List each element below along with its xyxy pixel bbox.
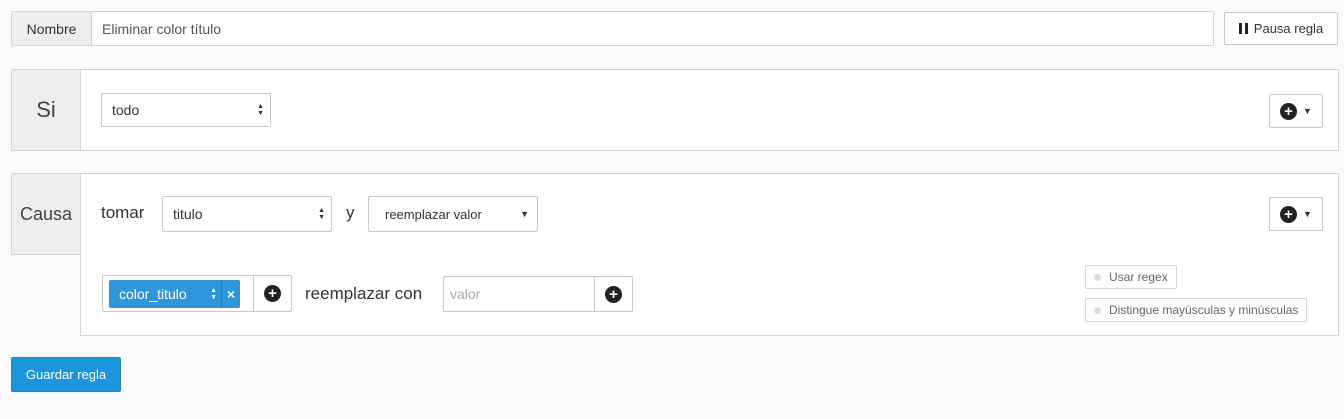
pause-rule-label: Pausa regla	[1253, 21, 1324, 36]
and-word: y	[346, 203, 355, 222]
add-tag-button[interactable]: +	[253, 276, 291, 311]
remove-tag-button[interactable]: ×	[221, 280, 240, 308]
toggle-dot-icon	[1094, 306, 1101, 314]
condition-label: Si	[12, 70, 81, 150]
action-top-row: Causa tomar titulo ▲ ▼ y reemplazar valor…	[11, 173, 1339, 255]
rule-name-group: Nombre	[11, 11, 1214, 46]
add-condition-button[interactable]: + ▼	[1269, 94, 1323, 128]
pause-rule-button[interactable]: Pausa regla	[1224, 12, 1338, 45]
condition-select[interactable]: todo ▲ ▼	[101, 93, 271, 127]
action-panel: Causa tomar titulo ▲ ▼ y reemplazar valor…	[11, 173, 1339, 336]
select-arrows-icon: ▲ ▼	[210, 287, 217, 301]
field-tag-label: color_titulo	[119, 286, 187, 302]
use-regex-label: Usar regex	[1109, 270, 1168, 284]
save-rule-button[interactable]: Guardar regla	[11, 357, 121, 392]
rule-name-label: Nombre	[12, 12, 92, 45]
select-arrows-icon: ▲ ▼	[318, 207, 325, 221]
add-value-button[interactable]: +	[594, 277, 632, 311]
field-tag[interactable]: color_titulo ▲ ▼ ×	[109, 280, 240, 308]
add-action-button[interactable]: + ▼	[1269, 197, 1323, 231]
field-select-value: titulo	[173, 206, 203, 222]
take-word: tomar	[101, 203, 145, 222]
replace-value-input[interactable]	[444, 277, 595, 311]
tag-input[interactable]: color_titulo ▲ ▼ × +	[102, 275, 292, 312]
action-label: Causa	[12, 174, 81, 254]
caret-down-icon: ▼	[1303, 106, 1312, 116]
replace-value-group: +	[443, 276, 633, 312]
replace-with-word: reemplazar con	[305, 284, 423, 303]
pause-icon	[1238, 23, 1248, 34]
caret-down-icon: ▼	[520, 209, 529, 219]
action-detail-row: color_titulo ▲▼ × + reemplazar con + Usa…	[80, 254, 1339, 336]
field-select[interactable]: titulo ▲ ▼	[162, 196, 332, 232]
action-select-value: reemplazar valor	[385, 206, 482, 222]
caret-down-icon: ▼	[1303, 209, 1312, 219]
condition-select-value: todo	[112, 102, 140, 118]
toggle-dot-icon	[1094, 273, 1101, 281]
plus-circle-icon: +	[1280, 102, 1298, 120]
use-regex-toggle[interactable]: Usar regex	[1085, 265, 1177, 289]
plus-circle-icon: +	[605, 285, 622, 303]
case-sensitive-label: Distingue mayúsculas y minúsculas	[1109, 303, 1299, 317]
case-sensitive-toggle[interactable]: Distingue mayúsculas y minúsculas	[1085, 298, 1308, 322]
plus-circle-icon: +	[264, 285, 281, 302]
condition-panel: Si todo ▲ ▼ + ▼	[11, 69, 1339, 151]
plus-circle-icon: +	[1280, 205, 1298, 223]
action-select[interactable]: reemplazar valor ▼	[368, 196, 538, 232]
rule-name-input[interactable]	[92, 12, 1213, 45]
select-arrows-icon: ▲ ▼	[257, 103, 264, 117]
